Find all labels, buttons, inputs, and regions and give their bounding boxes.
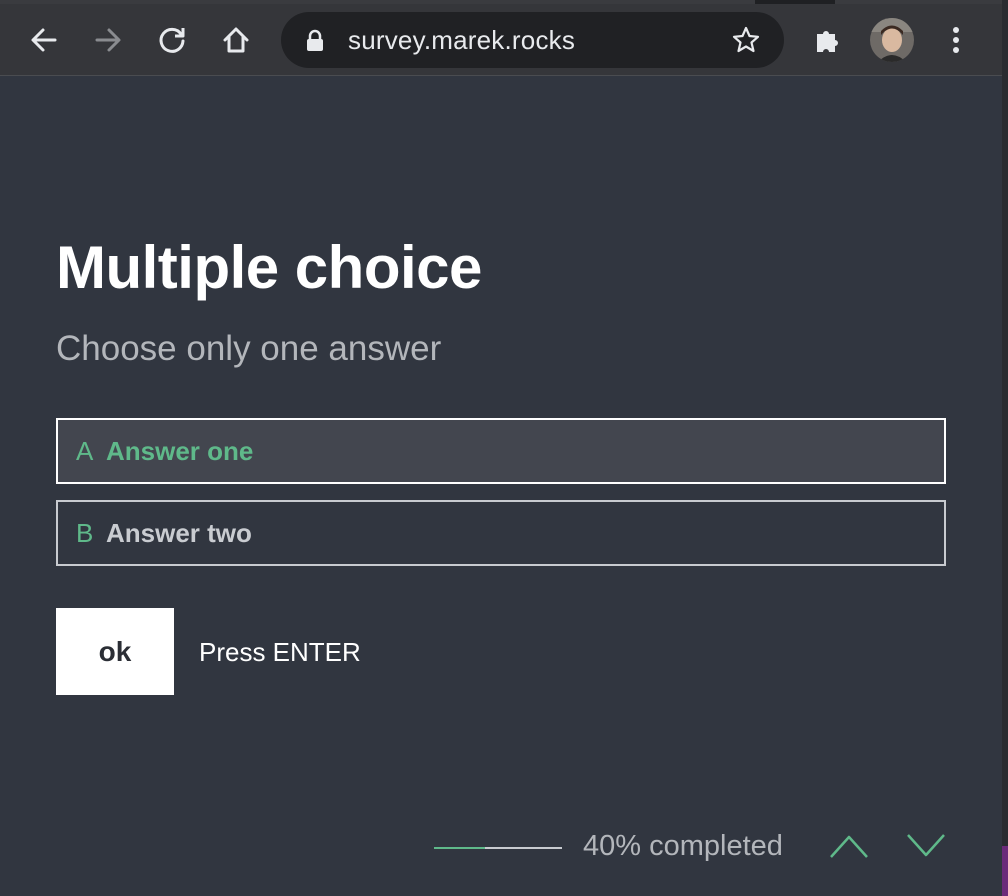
back-icon (31, 28, 57, 52)
ok-button[interactable]: ok (56, 608, 174, 695)
browser-window: survey.marek.rocks Multiple choice Choos… (0, 0, 1002, 896)
progress-text: 40% completed (583, 830, 783, 862)
avatar[interactable] (870, 18, 914, 62)
choice-a[interactable]: A Answer one (56, 418, 946, 484)
choice-b[interactable]: B Answer two (56, 500, 946, 566)
progress-bar (434, 847, 562, 849)
chevron-down-icon[interactable] (905, 831, 947, 861)
home-button[interactable] (214, 18, 258, 62)
question-title: Multiple choice (56, 234, 482, 301)
back-button[interactable] (22, 18, 66, 62)
browser-toolbar: survey.marek.rocks (0, 4, 1002, 76)
star-icon[interactable] (731, 25, 761, 55)
enter-hint: Press ENTER (199, 637, 361, 667)
choice-key: A (76, 435, 94, 466)
extensions-icon (817, 31, 838, 52)
menu-icon (953, 27, 959, 53)
window-edge (1002, 0, 1008, 896)
reload-button[interactable] (150, 18, 194, 62)
forward-icon (95, 28, 121, 52)
question-subtitle: Choose only one answer (56, 329, 442, 368)
home-icon (223, 27, 249, 53)
survey-page: Multiple choice Choose only one answer A… (0, 77, 1002, 896)
lock-icon[interactable] (305, 29, 325, 53)
menu-button[interactable] (934, 18, 978, 62)
url-text[interactable]: survey.marek.rocks (348, 25, 575, 56)
choice-label: Answer two (106, 517, 252, 548)
reload-icon (159, 27, 185, 53)
chevron-up-icon[interactable] (828, 831, 870, 861)
address-bar[interactable]: survey.marek.rocks (281, 12, 784, 68)
forward-button[interactable] (86, 18, 130, 62)
extensions-button[interactable] (806, 18, 850, 62)
choice-key: B (76, 517, 94, 548)
progress-fill (434, 847, 486, 849)
choice-label: Answer one (106, 435, 254, 466)
